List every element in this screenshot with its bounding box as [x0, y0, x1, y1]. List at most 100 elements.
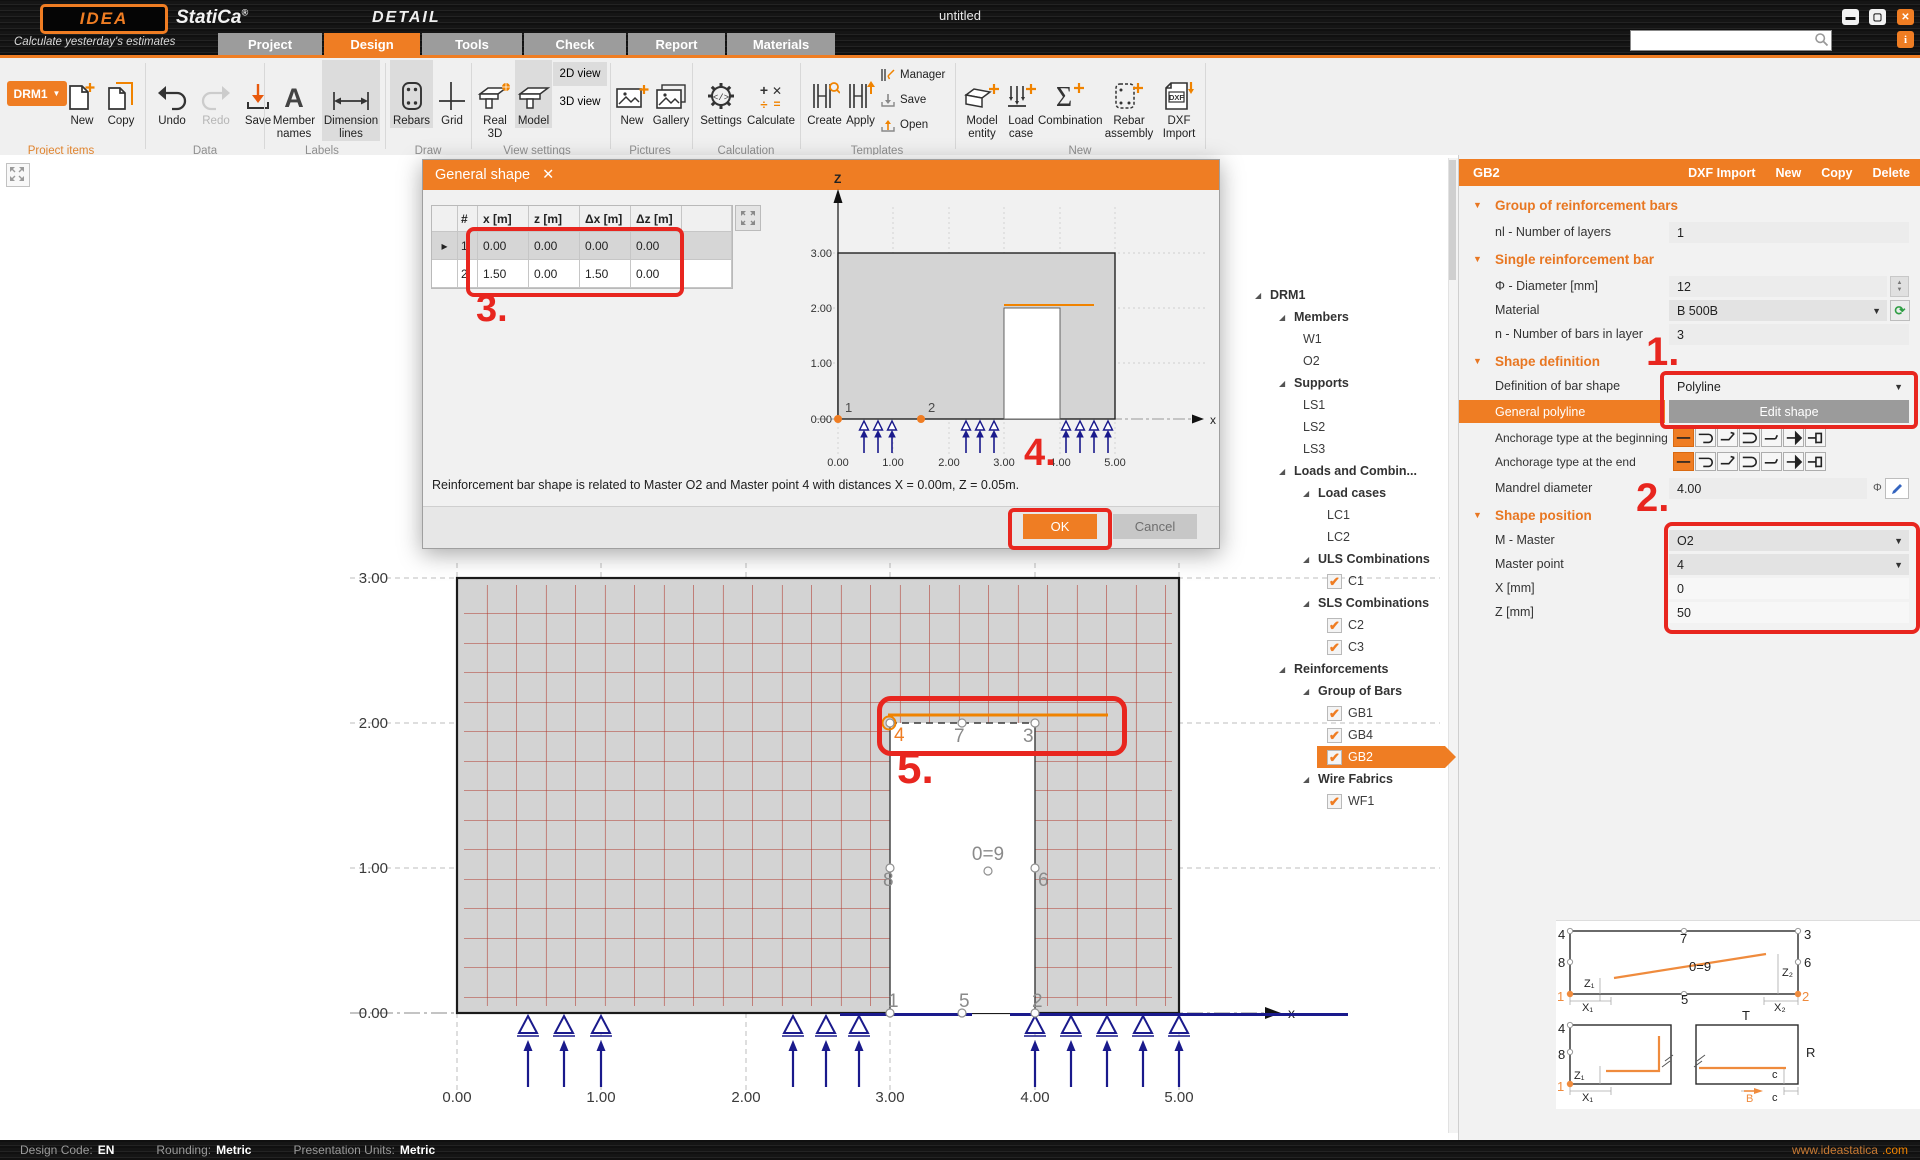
tree-item-reinforcements[interactable]: ◢Reinforcements [1245, 658, 1458, 680]
tree-item-members[interactable]: ◢Members [1245, 306, 1458, 328]
tree-item-gb1[interactable]: ✔GB1 [1245, 702, 1458, 724]
new-picture-button[interactable]: New [614, 60, 650, 128]
row-selector[interactable]: ▸ [432, 232, 458, 260]
tree-expander-icon[interactable]: ◢ [1303, 599, 1318, 608]
visibility-checkbox[interactable]: ✔ [1327, 640, 1342, 655]
member-names-toggle[interactable]: A Member names [268, 60, 320, 141]
row-index[interactable]: 1 [458, 232, 478, 260]
view-3d-toggle[interactable]: 3D view [553, 90, 607, 114]
edit-pencil-button[interactable] [1885, 478, 1909, 499]
cancel-button[interactable]: Cancel [1113, 514, 1197, 539]
tree-item-ls2[interactable]: LS2 [1245, 416, 1458, 438]
new-load-case-button[interactable]: Load case [1005, 60, 1037, 141]
number-of-layers-field[interactable]: 1 [1669, 222, 1909, 243]
z-offset-field[interactable]: 50 [1669, 602, 1909, 623]
empty-cell[interactable] [682, 260, 732, 288]
info-button[interactable]: i [1897, 31, 1914, 48]
coordinate-cell[interactable]: 1.50 [478, 260, 529, 288]
tab-project[interactable]: Project [218, 33, 322, 55]
visibility-checkbox[interactable]: ✔ [1327, 750, 1342, 765]
tree-item-gb2[interactable]: ✔GB2 [1245, 746, 1458, 768]
row-selector[interactable] [432, 260, 458, 288]
tree-item-lc2[interactable]: LC2 [1245, 526, 1458, 548]
tab-report[interactable]: Report [628, 33, 725, 55]
delete-action[interactable]: Delete [1872, 166, 1910, 180]
tree-scrollbar-thumb[interactable] [1449, 160, 1456, 280]
dialog-close-icon[interactable]: ✕ [542, 167, 554, 183]
new-action[interactable]: New [1776, 166, 1802, 180]
anchorage-type-icon-1[interactable] [1673, 428, 1694, 447]
mandrel-diameter-field[interactable]: 4.00 [1669, 478, 1867, 499]
anchorage-type-icon-7[interactable] [1805, 428, 1826, 447]
dimension-lines-toggle[interactable]: Dimension lines [322, 60, 380, 141]
diameter-stepper[interactable]: ▲▼ [1890, 276, 1909, 297]
project-item-selector[interactable]: DRM1▼ [7, 81, 67, 106]
copy-action[interactable]: Copy [1821, 166, 1852, 180]
search-input[interactable] [1633, 31, 1813, 50]
search-icon[interactable] [1814, 32, 1829, 52]
visibility-checkbox[interactable]: ✔ [1327, 728, 1342, 743]
new-rebar-assembly-button[interactable]: Rebar assembly [1102, 60, 1156, 141]
tree-item-c1[interactable]: ✔C1 [1245, 570, 1458, 592]
coordinate-cell[interactable]: 0.00 [580, 232, 631, 260]
undo-button[interactable]: Undo [150, 60, 194, 128]
ok-button[interactable]: OK [1023, 514, 1097, 539]
visibility-checkbox[interactable]: ✔ [1327, 574, 1342, 589]
tree-item-wire-fabrics[interactable]: ◢Wire Fabrics [1245, 768, 1458, 790]
anchorage-type-icon-5[interactable] [1761, 452, 1782, 471]
template-open-button[interactable]: Open [880, 114, 956, 136]
anchorage-type-icon-3[interactable] [1717, 428, 1738, 447]
visibility-checkbox[interactable]: ✔ [1327, 618, 1342, 633]
coordinate-cell[interactable]: 1.50 [580, 260, 631, 288]
new-project-item-button[interactable]: New [62, 60, 102, 128]
new-combination-button[interactable]: Σ Combination [1038, 60, 1100, 128]
tree-expander-icon[interactable]: ◢ [1303, 489, 1318, 498]
x-offset-field[interactable]: 0 [1669, 578, 1909, 599]
anchorage-type-icon-2[interactable] [1695, 452, 1716, 471]
visibility-checkbox[interactable]: ✔ [1327, 794, 1342, 809]
anchorage-type-icon-6[interactable] [1783, 428, 1804, 447]
model-view-toggle[interactable]: Model [515, 60, 552, 128]
master-dropdown[interactable]: O2▼ [1669, 530, 1909, 551]
anchorage-type-icon-3[interactable] [1717, 452, 1738, 471]
template-save-button[interactable]: Save [880, 89, 956, 111]
diameter-field[interactable]: 12 [1669, 276, 1887, 297]
tree-expander-icon[interactable]: ◢ [1279, 313, 1294, 322]
settings-button[interactable]: </> Settings [698, 60, 744, 128]
template-create-button[interactable]: Create [806, 60, 843, 128]
tree-item-w1[interactable]: W1 [1245, 328, 1458, 350]
table-row-2[interactable]: 21.500.001.500.00 [432, 260, 732, 288]
tree-item-supports[interactable]: ◢Supports [1245, 372, 1458, 394]
tree-item-ls1[interactable]: LS1 [1245, 394, 1458, 416]
tab-design[interactable]: Design [324, 33, 420, 55]
tree-item-o2[interactable]: O2 [1245, 350, 1458, 372]
tree-item-load-cases[interactable]: ◢Load cases [1245, 482, 1458, 504]
section-group-of-reinforcement-bars[interactable]: ▼Group of reinforcement bars [1459, 196, 1920, 218]
close-button[interactable]: ✕ [1897, 9, 1914, 25]
new-model-entity-button[interactable]: Model entity [960, 60, 1004, 141]
anchorage-type-icon-5[interactable] [1761, 428, 1782, 447]
tree-item-c3[interactable]: ✔C3 [1245, 636, 1458, 658]
tree-expander-icon[interactable]: ◢ [1279, 379, 1294, 388]
tree-expander-icon[interactable]: ◢ [1255, 291, 1270, 300]
tree-expander-icon[interactable]: ◢ [1303, 775, 1318, 784]
search-box[interactable] [1630, 30, 1832, 51]
anchorage-type-icon-1[interactable] [1673, 452, 1694, 471]
tab-tools[interactable]: Tools [422, 33, 522, 55]
section-shape-position[interactable]: ▼Shape position [1459, 506, 1920, 528]
template-manager-button[interactable]: Manager [880, 64, 956, 86]
bars-in-layer-field[interactable]: 3 [1669, 324, 1909, 345]
tree-item-gb4[interactable]: ✔GB4 [1245, 724, 1458, 746]
pan-expand-icon[interactable] [6, 163, 30, 187]
anchorage-type-icon-4[interactable] [1739, 428, 1760, 447]
anchorage-type-icon-7[interactable] [1805, 452, 1826, 471]
empty-cell[interactable] [682, 232, 732, 260]
tree-expander-icon[interactable]: ◢ [1303, 555, 1318, 564]
website-link[interactable]: www.ideastatica.com [1792, 1143, 1908, 1157]
minimize-button[interactable]: ▬ [1842, 9, 1859, 25]
tree-item-wf1[interactable]: ✔WF1 [1245, 790, 1458, 812]
tab-materials[interactable]: Materials [727, 33, 835, 55]
plot-expand-icon[interactable] [735, 205, 761, 231]
redo-button[interactable]: Redo [196, 60, 236, 128]
gallery-button[interactable]: Gallery [650, 60, 692, 128]
